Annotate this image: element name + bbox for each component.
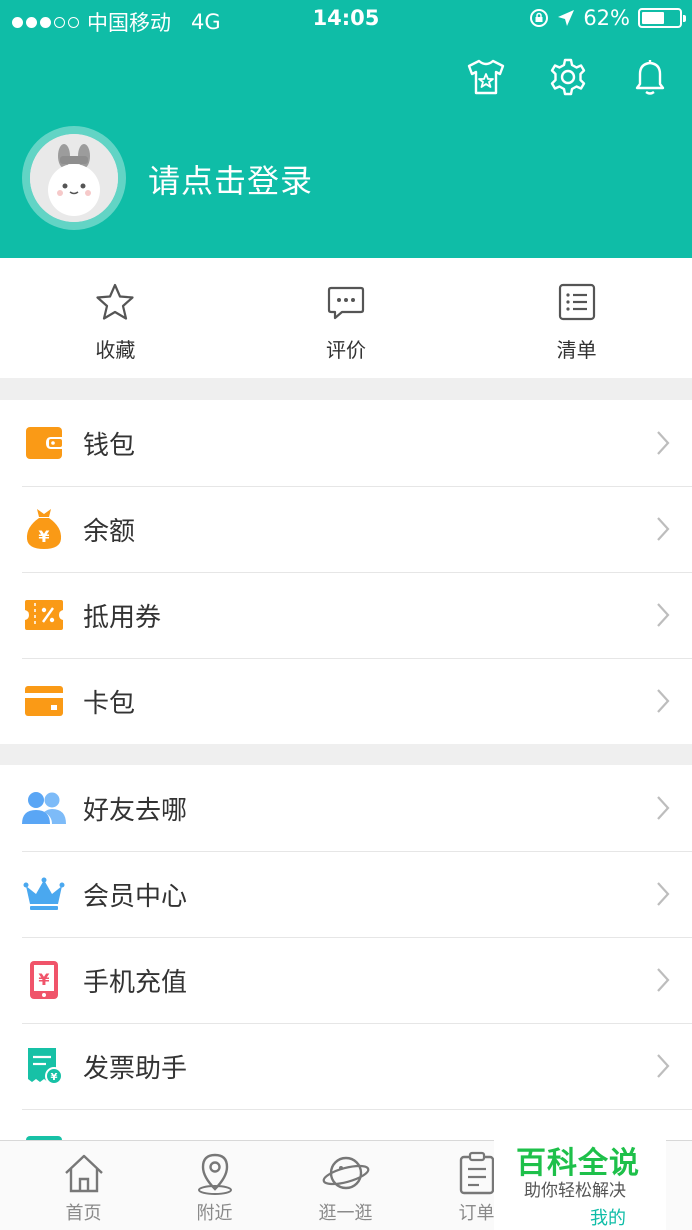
friends-label: 好友去哪 [83, 795, 188, 826]
invoice-row[interactable]: ¥ 发票助手 [0, 1023, 692, 1109]
chevron-right-icon [657, 689, 670, 713]
dress-up-button[interactable] [466, 55, 506, 99]
wallet-label: 钱包 [83, 430, 136, 461]
coupon-icon [22, 593, 66, 637]
crown-icon [22, 872, 66, 916]
tab-home[interactable]: 首页 [18, 1141, 149, 1230]
invoice-icon: ¥ [22, 1044, 66, 1088]
chevron-right-icon [657, 431, 670, 455]
invoice-label: 发票助手 [83, 1053, 188, 1084]
tab-explore[interactable]: 逛一逛 [280, 1141, 411, 1230]
quick-actions: 收藏 评价 清单 [0, 258, 692, 378]
membership-row[interactable]: 会员中心 [0, 851, 692, 937]
order-icon [459, 1151, 494, 1195]
friends-row[interactable]: 好友去哪 [0, 765, 692, 851]
bunny-avatar-icon [30, 134, 118, 222]
tab-nearby-label: 附近 [196, 1203, 233, 1224]
money-bag-icon: ¥ [22, 507, 66, 551]
shirt-star-icon [467, 59, 505, 95]
list-button[interactable]: 清单 [461, 258, 692, 378]
battery-percent: 62% [583, 6, 630, 30]
list-label: 清单 [556, 338, 597, 362]
chat-bubble-icon [326, 280, 366, 324]
avatar-image [30, 134, 118, 222]
notifications-button[interactable] [630, 55, 670, 99]
phone-recharge-icon: ¥ [22, 958, 66, 1002]
recharge-label: 手机充值 [83, 967, 188, 998]
avatar[interactable] [22, 126, 126, 230]
login-prompt[interactable]: 请点击登录 [148, 156, 313, 202]
chevron-right-icon [657, 517, 670, 541]
svg-text:¥: ¥ [38, 527, 49, 546]
star-icon [95, 280, 135, 324]
planet-icon [322, 1156, 369, 1190]
list-icon [557, 280, 597, 324]
chevron-right-icon [657, 796, 670, 820]
tab-explore-label: 逛一逛 [318, 1203, 373, 1224]
reviews-button[interactable]: 评价 [231, 258, 462, 378]
friends-icon [22, 786, 66, 830]
tab-nearby[interactable]: 附近 [149, 1141, 280, 1230]
balance-row[interactable]: ¥ 余额 [0, 486, 692, 572]
svg-text:¥: ¥ [51, 1072, 58, 1083]
favorites-label: 收藏 [95, 338, 136, 362]
rotation-lock-icon [530, 9, 549, 27]
chevron-right-icon [657, 603, 670, 627]
battery-icon [638, 8, 686, 28]
chevron-right-icon [657, 1054, 670, 1078]
home-icon [64, 1154, 103, 1193]
recharge-row[interactable]: ¥ 手机充值 [0, 937, 692, 1023]
svg-text:¥: ¥ [38, 970, 49, 989]
settings-button[interactable] [548, 55, 588, 99]
wallet-row[interactable]: 钱包 [0, 400, 692, 486]
card-pack-label: 卡包 [83, 688, 136, 719]
services-menu: 好友去哪 会员中心 ¥ 手机充值 ¥ 发票助手 [0, 765, 692, 1140]
membership-label: 会员中心 [83, 881, 188, 912]
card-icon [22, 679, 66, 723]
chevron-right-icon [657, 882, 670, 906]
profile-header: 中国移动 4G 14:05 62% 请点击登录 [0, 0, 692, 258]
card-pack-row[interactable]: 卡包 [0, 658, 692, 744]
tab-profile-label[interactable]: 我的 [590, 1204, 626, 1230]
tab-orders-label: 订单 [458, 1203, 495, 1224]
coupon-row[interactable]: 抵用券 [0, 572, 692, 658]
reviews-label: 评价 [326, 338, 366, 362]
battery-fill [642, 12, 664, 24]
bell-icon [635, 60, 665, 95]
balance-label: 余额 [83, 516, 136, 547]
wallet-icon [22, 421, 66, 465]
location-arrow-icon [558, 10, 575, 26]
status-right: 62% [529, 6, 686, 30]
watermark-subtitle: 助你轻松解决 [524, 1181, 626, 1201]
watermark-overlay: 百科全说 助你轻松解决 我的 [494, 1128, 666, 1230]
finance-menu: 钱包 ¥ 余额 抵用券 卡包 [0, 400, 692, 744]
status-bar: 中国移动 4G 14:05 62% [0, 0, 692, 40]
favorites-button[interactable]: 收藏 [0, 258, 231, 378]
tab-home-label: 首页 [65, 1203, 102, 1224]
location-icon [197, 1153, 232, 1195]
settings-icon [550, 58, 586, 96]
header-actions [466, 55, 670, 99]
chevron-right-icon [657, 968, 670, 992]
coupon-label: 抵用券 [83, 602, 162, 633]
partial-item-icon [22, 1130, 66, 1140]
